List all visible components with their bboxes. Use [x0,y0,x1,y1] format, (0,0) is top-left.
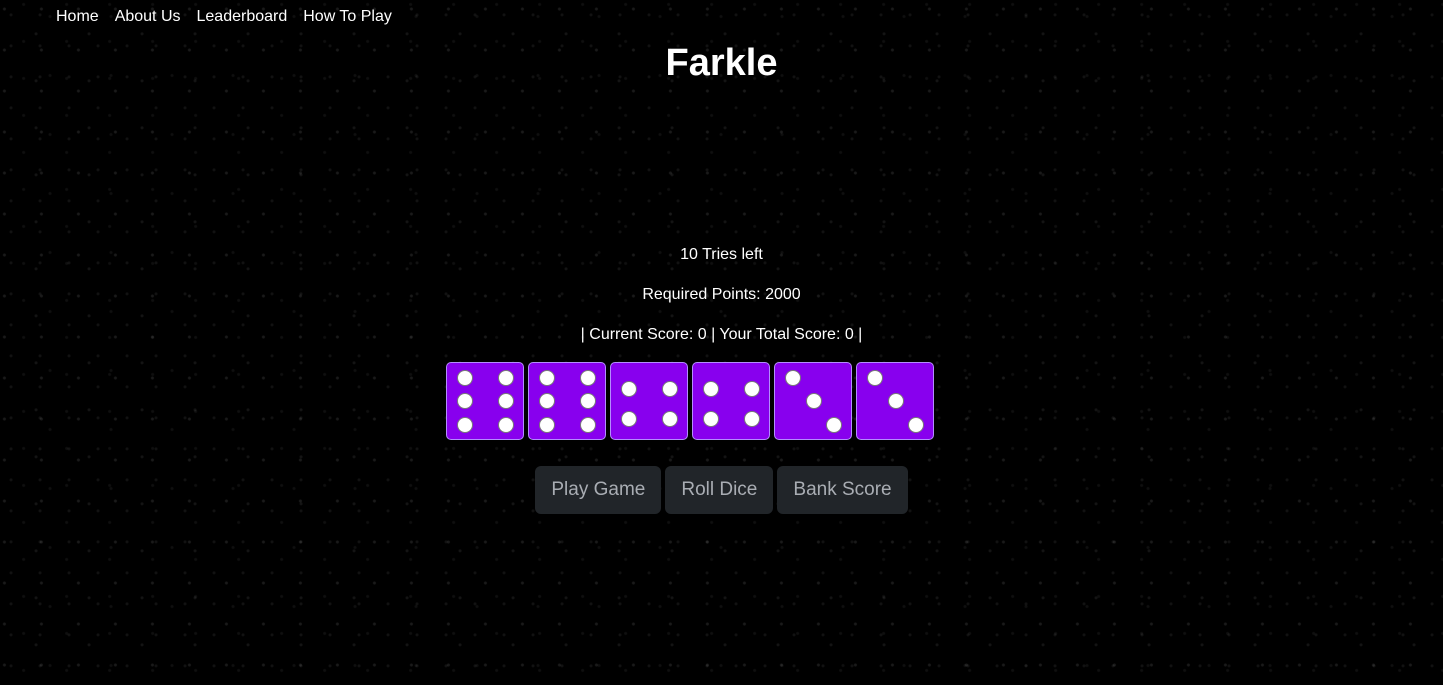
die-pip [580,417,596,433]
die-2[interactable] [528,362,606,440]
die-pip [539,417,555,433]
die-pip [826,417,842,433]
nav-leaderboard-link[interactable]: Leaderboard [197,7,288,27]
die-1[interactable] [446,362,524,440]
nav-about-us-link[interactable]: About Us [115,7,181,27]
die-6[interactable] [856,362,934,440]
die-pip [888,393,904,409]
die-pip [539,370,555,386]
required-points-text: Required Points: 2000 [642,286,801,303]
die-pip [498,393,514,409]
die-pip [703,411,719,427]
bank-score-button[interactable]: Bank Score [777,466,908,514]
nav-how-to-play-link[interactable]: How To Play [303,7,392,27]
die-pip [662,411,678,427]
die-pip [457,370,473,386]
page-title: Farkle [665,42,778,84]
die-pip [580,393,596,409]
roll-dice-button[interactable]: Roll Dice [665,466,774,514]
die-pip [457,393,473,409]
nav-home-link[interactable]: Home [56,7,99,27]
die-pip [662,381,678,397]
die-pip [785,370,801,386]
die-4[interactable] [692,362,770,440]
die-pip [498,370,514,386]
die-pip [867,370,883,386]
die-5[interactable] [774,362,852,440]
die-pip [744,411,760,427]
die-pip [621,381,637,397]
tries-left-text: 10 Tries left [680,246,763,263]
die-pip [498,417,514,433]
dice-row [446,362,934,440]
die-3[interactable] [610,362,688,440]
die-pip [744,381,760,397]
die-pip [580,370,596,386]
die-pip [457,417,473,433]
die-pip [908,417,924,433]
die-pip [539,393,555,409]
action-buttons: Play Game Roll Dice Bank Score [0,466,1443,514]
score-line-text: | Current Score: 0 | Your Total Score: 0… [580,326,863,343]
die-pip [621,411,637,427]
die-pip [703,381,719,397]
play-game-button[interactable]: Play Game [535,466,662,514]
die-pip [806,393,822,409]
top-nav: Home About Us Leaderboard How To Play [56,7,392,27]
